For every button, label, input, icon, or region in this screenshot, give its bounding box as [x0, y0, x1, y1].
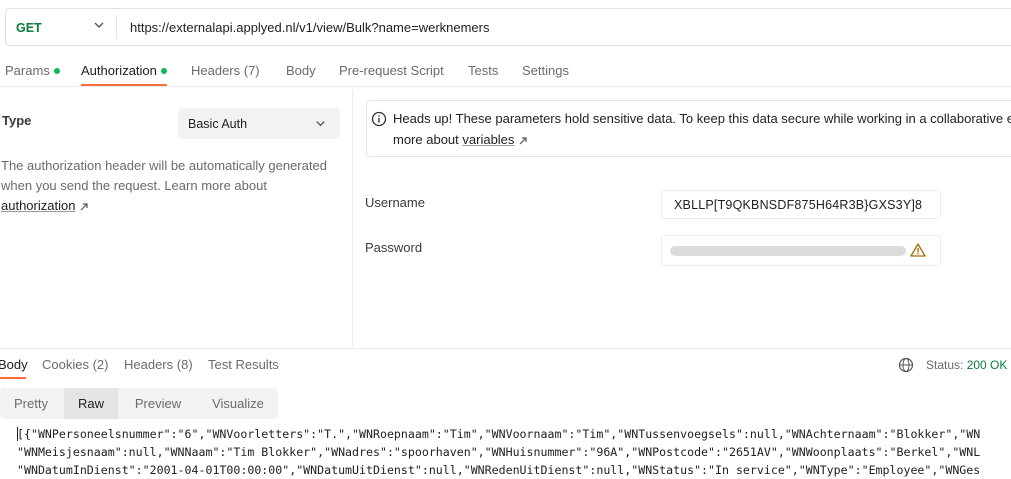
auth-type-value: Basic Auth — [188, 117, 248, 131]
tab-headers[interactable]: Headers (7) — [191, 63, 260, 78]
request-url-bar: GET https://externalapi.applyed.nl/v1/vi… — [5, 8, 1011, 46]
method-selector[interactable]: GET — [16, 21, 42, 35]
external-link-icon — [80, 202, 88, 210]
panel-divider — [352, 90, 353, 348]
view-raw[interactable]: Raw — [64, 388, 118, 419]
external-link-icon — [519, 136, 527, 144]
response-tab-headers[interactable]: Headers (8) — [124, 357, 193, 372]
username-value: XBLLP[T9QKBNSDF875H64R3B}GXS3Y]8 — [674, 198, 923, 212]
view-pretty[interactable]: Pretty — [0, 388, 62, 419]
response-tab-body[interactable]: Body — [0, 357, 28, 372]
password-label: Password — [365, 240, 423, 255]
sensitive-data-notice: Heads up! These parameters hold sensitiv… — [366, 100, 1011, 157]
status-dot — [160, 67, 167, 74]
notice-text: Heads up! These parameters hold sensitiv… — [393, 111, 1011, 126]
warning-icon — [910, 243, 926, 257]
response-body-line: "WNDatumInDienst":"2001-04-01T00:00:00",… — [17, 463, 981, 477]
view-preview[interactable]: Preview — [120, 388, 196, 419]
tab-body[interactable]: Body — [286, 63, 316, 78]
response-body-line: "WNMeisjesnaam":null,"WNNaam":"Tim Blokk… — [17, 445, 981, 459]
response-tab-test-results[interactable]: Test Results — [208, 357, 279, 372]
url-input[interactable]: https://externalapi.applyed.nl/v1/view/B… — [130, 20, 490, 35]
tab-params[interactable]: Params — [5, 63, 60, 78]
status-code: 200 OK — [966, 358, 1008, 372]
username-field[interactable]: XBLLP[T9QKBNSDF875H64R3B}GXS3Y]8 — [661, 190, 941, 219]
notice-text-2: more about variables — [393, 132, 528, 147]
chevron-down-icon[interactable] — [92, 18, 106, 32]
body-view-switcher: Pretty Raw Preview Visualize — [0, 388, 278, 419]
tab-authorization[interactable]: Authorization — [81, 63, 167, 78]
chevron-down-icon — [316, 121, 325, 127]
view-visualize[interactable]: Visualize — [198, 388, 278, 419]
response-tab-cookies[interactable]: Cookies (2) — [42, 357, 108, 372]
status-dot — [53, 67, 60, 74]
variables-link[interactable]: variables — [462, 132, 514, 147]
response-body-line: [{"WNPersoneelsnummer":"6","WNVoorletter… — [17, 427, 981, 441]
divider — [0, 86, 1011, 87]
auth-type-select[interactable]: Basic Auth — [178, 108, 340, 139]
active-tab-indicator — [0, 377, 26, 379]
globe-icon[interactable] — [898, 357, 914, 373]
divider — [0, 348, 1011, 349]
divider — [116, 15, 117, 39]
tab-pre-request-script[interactable]: Pre-request Script — [339, 63, 444, 78]
tab-settings[interactable]: Settings — [522, 63, 569, 78]
response-status: Status: 200 OK — [926, 358, 1008, 372]
auth-type-label: Type — [2, 113, 32, 128]
authorization-link[interactable]: authorization — [1, 198, 75, 213]
tab-tests[interactable]: Tests — [468, 63, 498, 78]
username-label: Username — [365, 195, 425, 210]
password-field[interactable] — [661, 235, 941, 266]
password-masked-value — [670, 246, 906, 256]
auth-description: The authorization header will be automat… — [1, 158, 327, 213]
info-icon — [371, 111, 387, 127]
